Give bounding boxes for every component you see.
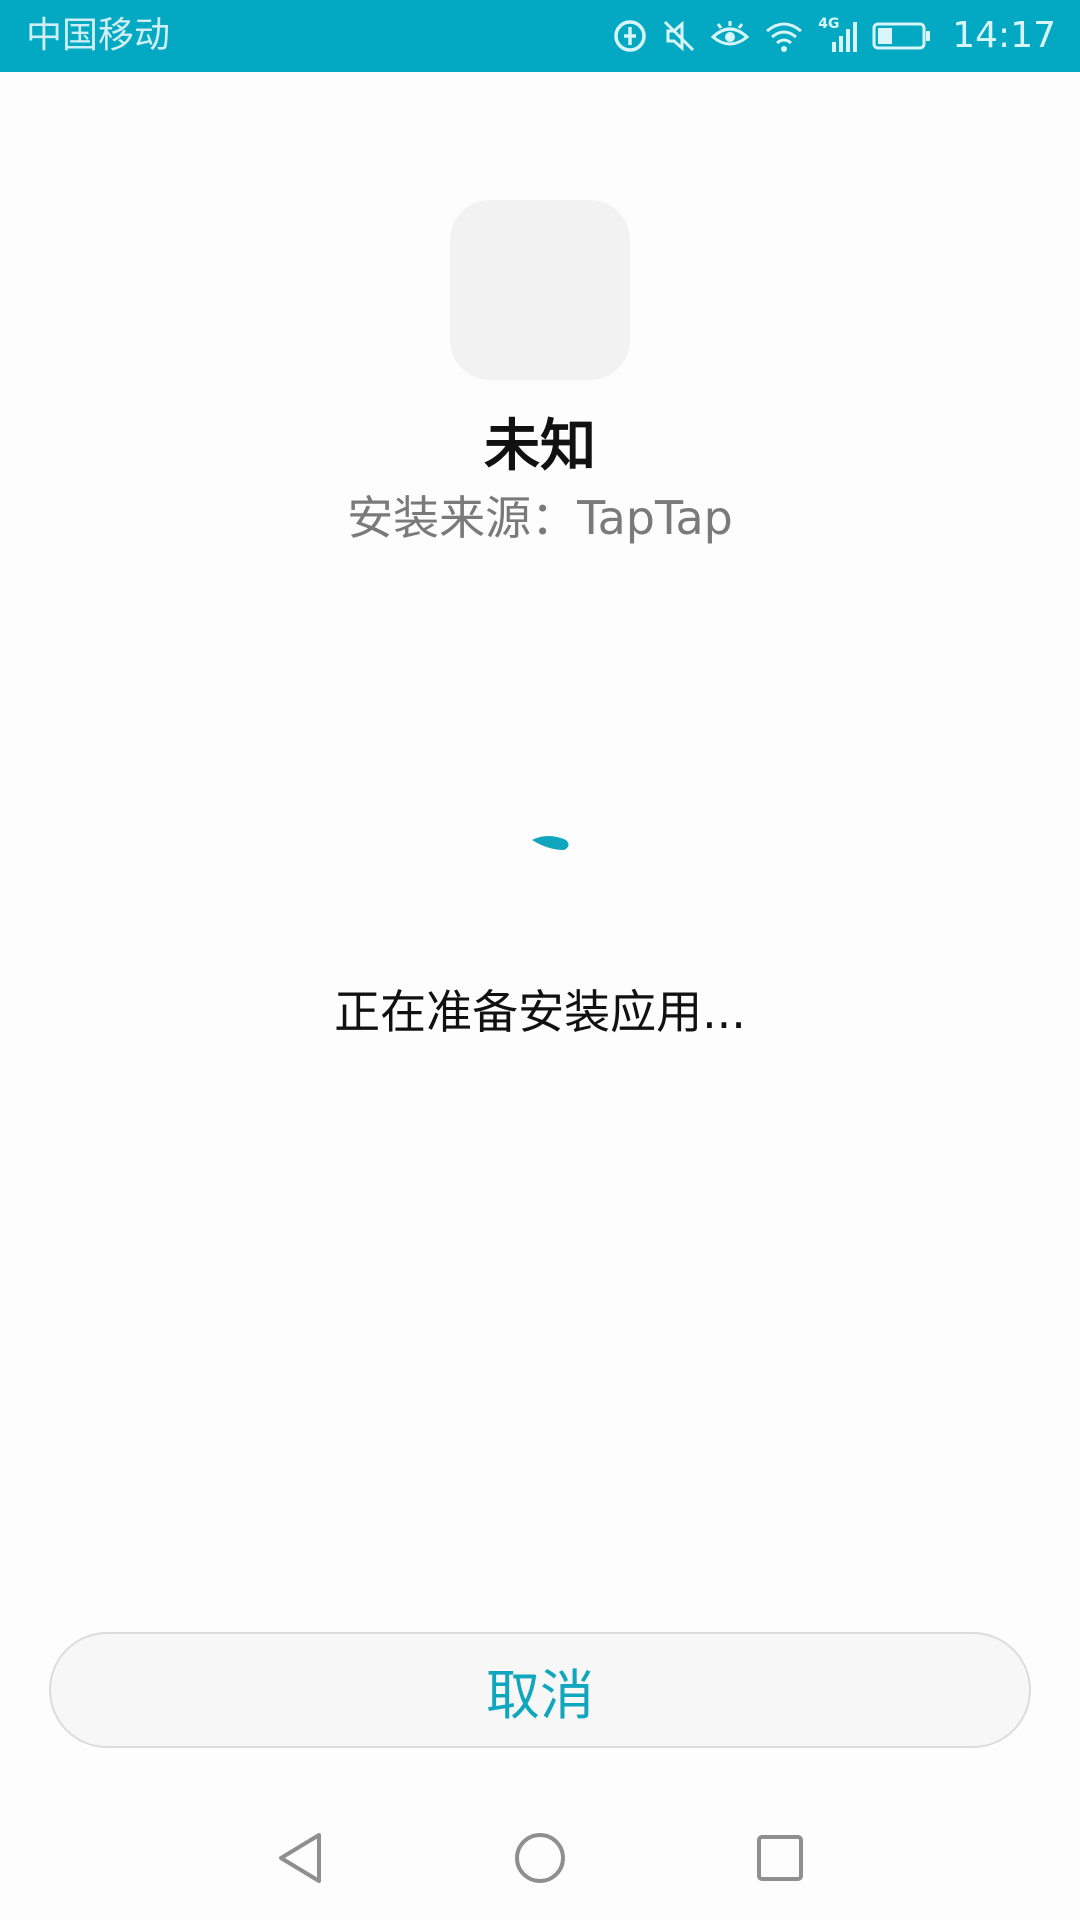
status-icons: 4G 14:17	[612, 10, 1056, 62]
status-bar: 中国移动 4G 14:17	[0, 0, 1080, 72]
battery-icon	[872, 21, 932, 51]
loading-spinner-icon	[526, 830, 576, 860]
network-type-label: 4G	[818, 16, 840, 32]
signal-icon: 4G	[818, 16, 858, 54]
wifi-icon	[764, 19, 804, 53]
back-icon	[275, 1831, 325, 1889]
app-name: 未知	[484, 414, 596, 479]
eye-comfort-icon	[710, 19, 750, 53]
cancel-button[interactable]: 取消	[49, 1632, 1031, 1748]
progress-message: 正在准备安装应用...	[334, 985, 746, 1039]
nav-home-button[interactable]	[510, 1830, 570, 1890]
status-clock: 14:17	[952, 15, 1056, 56]
nav-recent-button[interactable]	[750, 1830, 810, 1890]
install-source: 安装来源：TapTap	[347, 491, 733, 545]
home-icon	[513, 1831, 567, 1889]
data-saver-icon	[612, 18, 648, 54]
nav-back-button[interactable]	[270, 1830, 330, 1890]
carrier-name: 中国移动	[26, 15, 171, 56]
mute-icon	[662, 18, 696, 54]
navigation-bar	[0, 1800, 1080, 1920]
installer-screen: 中国移动 4G 14:17 未知 安装来源：TapTap 正在准备安装应用...…	[0, 0, 1080, 1920]
recent-apps-icon	[755, 1833, 805, 1887]
app-icon	[450, 200, 630, 380]
